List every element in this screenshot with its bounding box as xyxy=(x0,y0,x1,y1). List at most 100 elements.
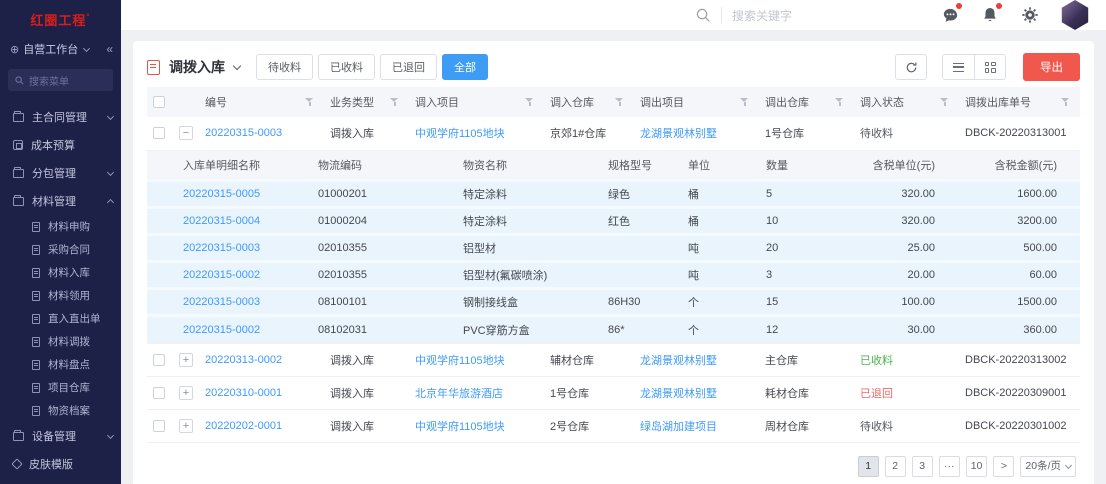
refresh-button[interactable] xyxy=(895,54,927,80)
filter-funnel-icon[interactable] xyxy=(525,97,534,107)
sidebar-item[interactable]: 设备管理 xyxy=(0,422,121,450)
filter-funnel-icon[interactable] xyxy=(835,97,844,107)
chevron-down-icon[interactable] xyxy=(233,61,241,69)
filter-chip[interactable]: 待收料 xyxy=(256,54,313,80)
document-number-link[interactable]: 20220310-0001 xyxy=(205,387,282,399)
sidebar-subitem-label: 材料入库 xyxy=(48,265,90,280)
user-avatar[interactable] xyxy=(1060,0,1090,30)
page-button[interactable]: 10 xyxy=(966,456,988,477)
row-checkbox-cell xyxy=(147,377,173,410)
page-button[interactable]: 1 xyxy=(858,456,879,477)
sidebar-subitem[interactable]: 物资档案 xyxy=(0,399,121,422)
sidebar-subitem-label: 材料盘点 xyxy=(48,357,90,372)
workspace-switcher[interactable]: ⊕ 自营工作台 « xyxy=(0,35,121,65)
document-number-link[interactable]: 20220315-0003 xyxy=(205,127,282,139)
filter-funnel-icon[interactable] xyxy=(740,97,749,107)
global-search-input[interactable]: 搜索关键字 xyxy=(696,7,852,24)
detail-cell: 30.00 xyxy=(828,316,963,343)
filter-chip[interactable]: 已收料 xyxy=(318,54,375,80)
in-project-link[interactable]: 北京年华旅游酒店 xyxy=(415,388,503,400)
row-checkbox[interactable] xyxy=(153,420,165,432)
expand-row-button[interactable]: + xyxy=(179,353,193,367)
detail-cell: 360.00 xyxy=(963,316,1080,343)
document-number-link[interactable]: 20220313-0002 xyxy=(205,354,282,366)
filter-funnel-icon[interactable] xyxy=(940,97,949,107)
filter-funnel-icon[interactable] xyxy=(615,97,624,107)
detail-cell: PVC穿筋方盒 xyxy=(457,316,602,343)
table-cell: 20220315-0003 xyxy=(199,117,324,150)
sidebar-item[interactable]: 皮肤模版 xyxy=(0,450,121,478)
sidebar-subitem[interactable]: 材料申购 xyxy=(0,215,121,238)
next-page-button[interactable]: > xyxy=(993,456,1014,477)
sidebar-collapse-button[interactable]: « xyxy=(106,42,113,56)
detail-number-link[interactable]: 20220315-0004 xyxy=(183,215,260,227)
detail-number-link[interactable]: 20220315-0003 xyxy=(183,242,260,254)
page-button[interactable]: 2 xyxy=(885,456,906,477)
table-cell: 20220202-0001 xyxy=(199,410,324,443)
in-project-link[interactable]: 中观学府1105地块 xyxy=(415,355,505,367)
page-title[interactable]: 调拨入库 xyxy=(169,57,225,77)
expand-row-button[interactable]: + xyxy=(179,419,193,433)
sidebar-subitem[interactable]: 材料领用 xyxy=(0,284,121,307)
sidebar-item[interactable]: 材料管理 xyxy=(0,187,121,215)
export-button[interactable]: 导出 xyxy=(1023,53,1080,81)
in-project-link[interactable]: 中观学府1105地块 xyxy=(415,128,505,140)
row-checkbox[interactable] xyxy=(153,354,165,366)
table-row: +20220202-0001调拨入库中观学府1105地块2号仓库绿岛湖加建项目周… xyxy=(147,410,1080,443)
status-badge: 已退回 xyxy=(860,388,893,400)
chevron-up-icon xyxy=(107,199,114,206)
detail-cell: 铝型材(氟碳喷涂) xyxy=(457,262,602,289)
settings-button[interactable] xyxy=(1020,5,1040,25)
detail-number-link[interactable]: 20220315-0002 xyxy=(183,324,260,336)
sidebar-subitem[interactable]: 材料调拨 xyxy=(0,330,121,353)
out-project-link[interactable]: 绿岛湖加建项目 xyxy=(640,421,717,433)
detail-cell xyxy=(602,235,682,262)
table-cell: 已收料 xyxy=(854,344,959,377)
filter-funnel-icon[interactable] xyxy=(390,97,399,107)
collapse-row-button[interactable]: − xyxy=(179,126,193,140)
page-ellipsis[interactable]: ··· xyxy=(939,456,960,477)
filter-funnel-icon[interactable] xyxy=(305,97,314,107)
row-checkbox[interactable] xyxy=(153,127,165,139)
sidebar-item[interactable]: 成本预算 xyxy=(0,131,121,159)
row-checkbox[interactable] xyxy=(153,387,165,399)
sidebar-item[interactable]: 分包管理 xyxy=(0,159,121,187)
page-button[interactable]: 3 xyxy=(912,456,933,477)
column-header-label: 编号 xyxy=(205,94,227,110)
status-badge: 待收料 xyxy=(860,128,893,140)
filter-chip[interactable]: 已退回 xyxy=(380,54,437,80)
table-header-row: 编号业务类型调入项目调入仓库调出项目调出仓库调入状态调拨出库单号 xyxy=(147,87,1080,117)
search-icon xyxy=(696,8,711,23)
out-project-link[interactable]: 龙湖景观林别墅 xyxy=(640,128,717,140)
detail-number-link[interactable]: 20220315-0003 xyxy=(183,296,260,308)
notifications-button[interactable] xyxy=(980,5,1000,25)
table-cell: 辅材仓库 xyxy=(544,344,634,377)
filter-funnel-icon[interactable] xyxy=(1061,97,1070,107)
page-size-label: 20条/页 xyxy=(1025,457,1061,476)
sidebar-subitem[interactable]: 材料入库 xyxy=(0,261,121,284)
detail-number-link[interactable]: 20220315-0002 xyxy=(183,269,260,281)
in-project-link[interactable]: 中观学府1105地块 xyxy=(415,421,505,433)
messages-button[interactable] xyxy=(940,5,960,25)
column-header-label: 业务类型 xyxy=(330,94,374,110)
sidebar-subitem[interactable]: 项目仓库 xyxy=(0,376,121,399)
sidebar-subitem[interactable]: 材料盘点 xyxy=(0,353,121,376)
sidebar-item[interactable]: 主合同管理 xyxy=(0,103,121,131)
detail-cell: 100.00 xyxy=(828,289,963,316)
out-project-link[interactable]: 龙湖景观林别墅 xyxy=(640,388,717,400)
expand-row-button[interactable]: + xyxy=(179,386,193,400)
divider xyxy=(721,7,722,23)
filter-chip[interactable]: 全部 xyxy=(442,54,488,80)
grid-view-button[interactable] xyxy=(974,55,1005,79)
select-all-checkbox[interactable] xyxy=(153,96,165,108)
list-view-button[interactable] xyxy=(943,55,974,79)
sidebar-subitem[interactable]: 直入直出单 xyxy=(0,307,121,330)
table-cell: 2号仓库 xyxy=(544,410,634,443)
page-size-select[interactable]: 20条/页 xyxy=(1020,456,1076,477)
sidebar-subitem[interactable]: 采购合同 xyxy=(0,238,121,261)
document-number-link[interactable]: 20220202-0001 xyxy=(205,420,282,432)
out-project-link[interactable]: 龙湖景观林别墅 xyxy=(640,355,717,367)
detail-number-link[interactable]: 20220315-0005 xyxy=(183,188,260,200)
sidebar-menu-search-input[interactable]: 搜索菜单 xyxy=(8,69,113,91)
doc-icon xyxy=(32,268,40,278)
